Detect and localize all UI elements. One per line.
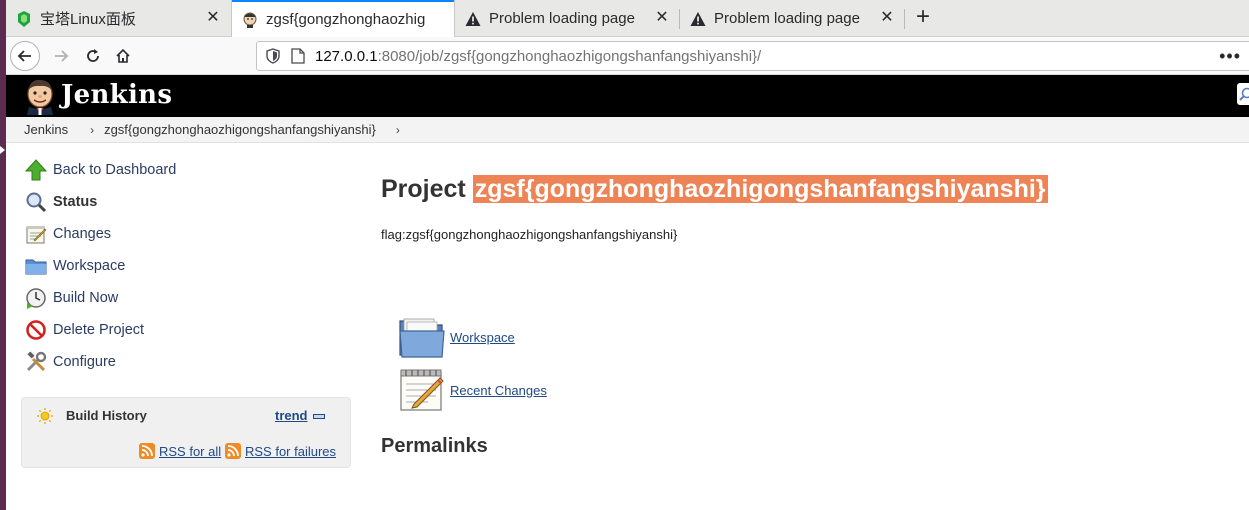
breadcrumb-item-jenkins[interactable]: Jenkins bbox=[24, 122, 68, 137]
task-label[interactable]: Changes bbox=[53, 226, 111, 242]
tab-label: Problem loading page bbox=[489, 10, 635, 27]
home-button[interactable] bbox=[108, 41, 138, 71]
jenkins-favicon-icon bbox=[242, 12, 258, 28]
search-box[interactable] bbox=[1237, 83, 1249, 105]
home-icon bbox=[116, 48, 130, 63]
tab-label: zgsf{gongzhonghaozhig bbox=[266, 11, 426, 28]
rss-all-link[interactable]: RSS for all bbox=[139, 443, 221, 459]
rss-icon bbox=[139, 443, 155, 459]
build-history-panel: Build History trend RSS for all RSS for … bbox=[21, 397, 351, 468]
breadcrumb-arrow-icon[interactable]: › bbox=[90, 123, 94, 137]
page-title: Project zgsf{gongzhonghaozhigongshanfang… bbox=[381, 175, 1048, 204]
task-changes[interactable]: Changes bbox=[24, 222, 111, 246]
close-icon[interactable]: ✕ bbox=[654, 10, 670, 26]
tab-problem-loading-2[interactable]: Problem loading page ✕ bbox=[680, 0, 905, 37]
workspace-link[interactable]: Workspace bbox=[398, 313, 515, 361]
url-bar[interactable]: 127.0.0.1:8080/job/zgsf{gongzhonghaozhig… bbox=[256, 41, 1249, 71]
bt-panel-icon bbox=[16, 10, 32, 27]
collapse-icon[interactable] bbox=[313, 414, 325, 419]
recent-changes-link-label[interactable]: Recent Changes bbox=[450, 383, 547, 398]
search-icon bbox=[1239, 87, 1249, 101]
task-label[interactable]: Configure bbox=[53, 354, 116, 370]
url-host: 127.0.0.1 bbox=[315, 47, 378, 65]
breadcrumb-item-job[interactable]: zgsf{gongzhonghaozhigongshanfangshiyansh… bbox=[104, 122, 376, 137]
search-icon bbox=[24, 190, 48, 214]
launcher-notch-icon bbox=[0, 146, 5, 154]
project-description: flag:zgsf{gongzhonghaozhigongshanfangshi… bbox=[381, 227, 678, 242]
jenkins-title[interactable]: Jenkins bbox=[61, 80, 172, 110]
tools-icon bbox=[24, 350, 48, 374]
workspace-link-label[interactable]: Workspace bbox=[450, 330, 515, 345]
close-icon[interactable]: ✕ bbox=[205, 10, 221, 26]
back-arrow-icon bbox=[17, 50, 31, 62]
notepad-icon bbox=[400, 369, 444, 411]
task-label[interactable]: Delete Project bbox=[53, 322, 144, 338]
tracking-shield-icon[interactable] bbox=[265, 48, 281, 64]
folder-icon bbox=[24, 254, 48, 278]
tab-problem-loading-1[interactable]: Problem loading page ✕ bbox=[455, 0, 680, 37]
task-label[interactable]: Status bbox=[53, 194, 97, 210]
url-path: :8080/job/zgsf{gongzhonghaozhigongshanfa… bbox=[377, 47, 762, 65]
forward-arrow-icon bbox=[55, 50, 69, 62]
tab-label: 宝塔Linux面板 bbox=[40, 11, 136, 28]
rss-failures-link[interactable]: RSS for failures bbox=[225, 443, 336, 459]
task-build-now[interactable]: Build Now bbox=[24, 286, 118, 310]
task-delete-project[interactable]: Delete Project bbox=[24, 318, 144, 342]
task-label[interactable]: Workspace bbox=[53, 258, 125, 274]
new-tab-button[interactable]: + bbox=[910, 5, 936, 31]
back-button[interactable] bbox=[10, 41, 40, 71]
no-entry-icon bbox=[24, 318, 48, 342]
folder-icon bbox=[399, 318, 445, 358]
breadcrumb: Jenkins › zgsf{gongzhonghaozhigongshanfa… bbox=[6, 117, 1249, 143]
rss-failures-label[interactable]: RSS for failures bbox=[245, 444, 336, 459]
task-label[interactable]: Build Now bbox=[53, 290, 118, 306]
task-status[interactable]: Status bbox=[24, 190, 97, 214]
task-back-to-dashboard[interactable]: Back to Dashboard bbox=[24, 158, 176, 182]
up-arrow-icon bbox=[24, 158, 48, 182]
close-icon[interactable]: ✕ bbox=[879, 10, 895, 26]
rss-all-label[interactable]: RSS for all bbox=[159, 444, 221, 459]
jenkins-butler-logo-icon[interactable] bbox=[23, 79, 57, 115]
task-configure[interactable]: Configure bbox=[24, 350, 116, 374]
tab-bt-panel[interactable]: 宝塔Linux面板 ✕ bbox=[6, 0, 231, 37]
tab-jenkins-job[interactable]: zgsf{gongzhonghaozhig bbox=[232, 0, 454, 37]
warning-icon bbox=[690, 11, 706, 27]
notepad-icon bbox=[24, 222, 48, 246]
tab-label: Problem loading page bbox=[714, 10, 860, 27]
warning-icon bbox=[465, 11, 481, 27]
sunny-weather-icon bbox=[37, 408, 53, 424]
jenkins-header: Jenkins bbox=[6, 75, 1249, 117]
page-title-prefix: Project bbox=[381, 175, 466, 203]
reload-icon bbox=[87, 49, 99, 62]
url-text: 127.0.0.1:8080/job/zgsf{gongzhonghaozhig… bbox=[315, 48, 761, 65]
project-name-highlight: zgsf{gongzhonghaozhigongshanfangshiyansh… bbox=[472, 175, 1048, 203]
task-workspace[interactable]: Workspace bbox=[24, 254, 125, 278]
breadcrumb-arrow-icon[interactable]: › bbox=[396, 123, 400, 137]
page-actions-button[interactable]: ••• bbox=[1219, 46, 1241, 67]
reload-button[interactable] bbox=[78, 41, 108, 71]
recent-changes-link[interactable]: Recent Changes bbox=[398, 366, 547, 414]
forward-button[interactable] bbox=[46, 41, 76, 71]
trend-link[interactable]: trend bbox=[275, 408, 308, 423]
clock-icon bbox=[24, 286, 48, 310]
tab-separator bbox=[904, 9, 905, 29]
build-history-title: Build History bbox=[66, 408, 147, 423]
rss-icon bbox=[225, 443, 241, 459]
permalinks-heading: Permalinks bbox=[381, 435, 488, 457]
page-info-icon[interactable] bbox=[291, 48, 305, 64]
browser-tab-strip: 宝塔Linux面板 ✕ zgsf{gongzhonghaozhig Proble… bbox=[6, 0, 1249, 37]
task-label[interactable]: Back to Dashboard bbox=[53, 162, 176, 178]
browser-navigation-bar: 127.0.0.1:8080/job/zgsf{gongzhonghaozhig… bbox=[6, 37, 1249, 75]
